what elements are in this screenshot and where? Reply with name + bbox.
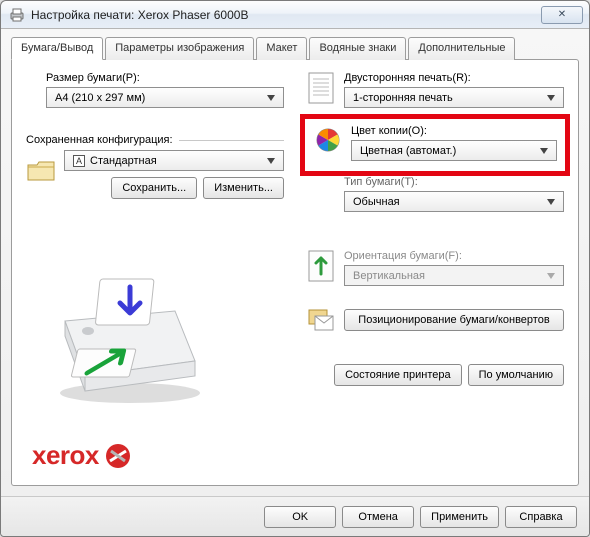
apply-button[interactable]: Применить [420,506,499,528]
printer-illustration [40,261,220,411]
tab-layout[interactable]: Макет [256,37,307,60]
duplex-label: Двусторонняя печать(R): [344,72,564,84]
envelope-icon [306,308,336,332]
saved-config-label: Сохраненная конфигурация: [26,134,173,146]
color-wheel-icon [313,125,343,153]
orientation-label: Ориентация бумаги(F): [344,250,564,262]
titlebar: Настройка печати: Xerox Phaser 6000B ✕ [1,1,589,29]
chevron-down-icon [543,266,559,285]
folder-icon [26,150,56,182]
orientation-combo: Вертикальная [344,265,564,286]
client-area: Бумага/Вывод Параметры изображения Макет… [1,29,589,496]
tab-image-params[interactable]: Параметры изображения [105,37,254,60]
duplex-combo[interactable]: 1-сторонняя печать [344,87,564,108]
edit-config-button[interactable]: Изменить... [203,177,284,199]
xerox-wordmark: xerox [32,440,99,471]
saved-config-value: Стандартная [90,155,157,167]
duplex-page-icon [306,72,336,104]
right-column: Двусторонняя печать(R): 1-сторонняя печа… [306,72,564,386]
paper-size-combo[interactable]: A4 (210 x 297 мм) [46,87,284,108]
dialog-footer: OK Отмена Применить Справка [1,496,589,536]
chevron-down-icon [543,88,559,107]
paper-size-value: A4 (210 x 297 мм) [55,92,145,104]
save-config-button[interactable]: Сохранить... [111,177,197,199]
paper-type-value: Обычная [353,196,400,208]
printer-icon [9,8,25,22]
svg-text:A: A [76,156,82,166]
xerox-logo: xerox [32,440,131,471]
spacer [306,176,336,186]
chevron-down-icon [263,151,279,170]
paper-type-label: Тип бумаги(T): [344,176,564,188]
cancel-button[interactable]: Отмена [342,506,414,528]
left-column: Размер бумаги(P): A4 (210 x 297 мм) Сохр… [26,72,284,386]
defaults-button[interactable]: По умолчанию [468,364,564,386]
paper-size-label: Размер бумаги(P): [26,72,284,84]
window-title: Настройка печати: Xerox Phaser 6000B [31,8,248,22]
color-copy-combo[interactable]: Цветная (автомат.) [351,140,557,161]
duplex-value: 1-сторонняя печать [353,92,453,104]
tab-paper-output[interactable]: Бумага/Вывод [11,37,103,60]
separator [179,140,284,141]
xerox-sphere-icon [105,443,131,469]
tab-watermarks[interactable]: Водяные знаки [309,37,406,60]
envelope-positioning-button[interactable]: Позиционирование бумаги/конвертов [344,309,564,331]
print-settings-window: Настройка печати: Xerox Phaser 6000B ✕ Б… [0,0,590,537]
tab-panel: Размер бумаги(P): A4 (210 x 297 мм) Сохр… [11,59,579,486]
saved-config-combo[interactable]: A Стандартная [64,150,284,171]
orientation-icon [306,250,336,282]
color-copy-highlight: Цвет копии(O): Цветная (автомат.) [300,114,570,176]
chevron-down-icon [263,88,279,107]
color-copy-label: Цвет копии(O): [351,125,557,137]
close-icon: ✕ [558,9,566,20]
orientation-value: Вертикальная [353,270,425,282]
chevron-down-icon [536,141,552,160]
paper-type-combo[interactable]: Обычная [344,191,564,212]
printer-status-button[interactable]: Состояние принтера [334,364,462,386]
config-letter-icon: A [73,155,85,167]
chevron-down-icon [543,192,559,211]
help-button[interactable]: Справка [505,506,577,528]
color-copy-value: Цветная (автомат.) [360,145,456,157]
close-button[interactable]: ✕ [541,6,583,24]
tabstrip: Бумага/Вывод Параметры изображения Макет… [11,37,579,60]
ok-button[interactable]: OK [264,506,336,528]
tab-advanced[interactable]: Дополнительные [408,37,515,60]
